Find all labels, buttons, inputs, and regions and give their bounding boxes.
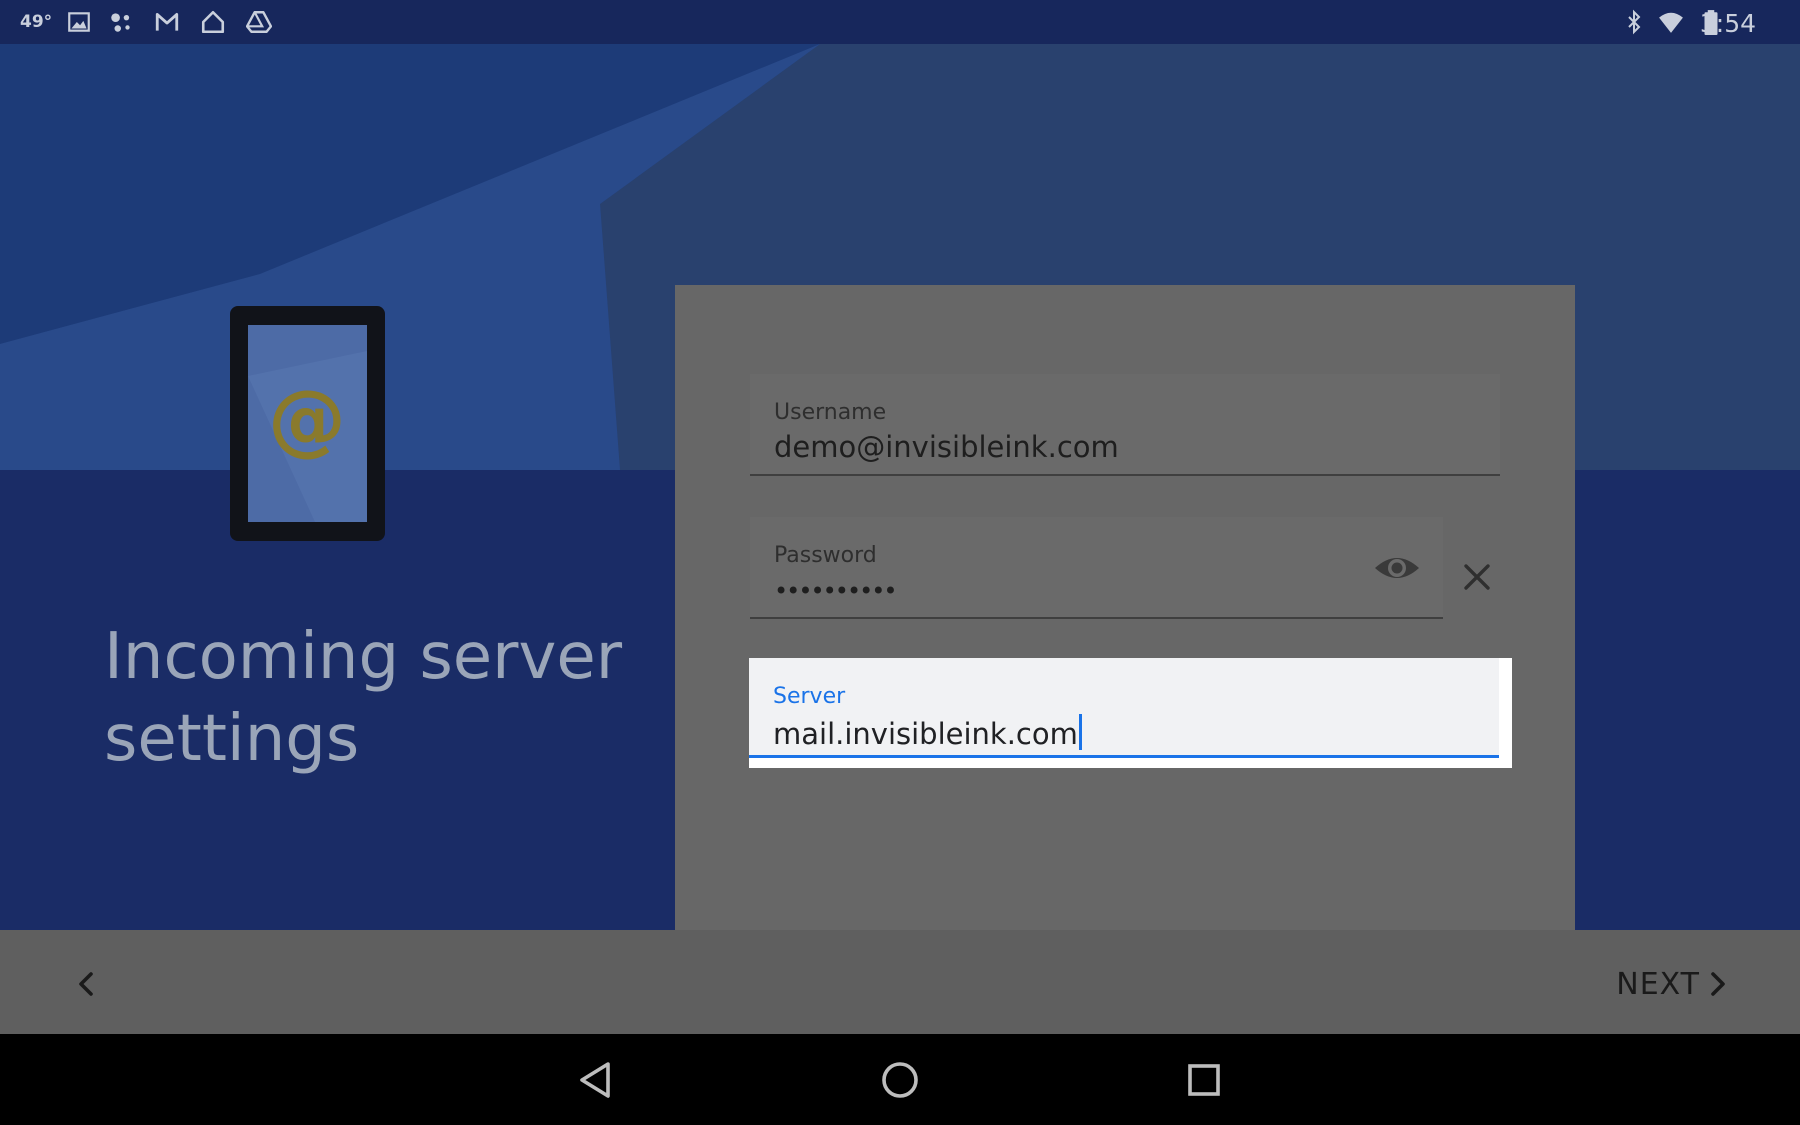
back-chevron-icon[interactable] (64, 962, 108, 1006)
password-label: Password (774, 543, 877, 568)
nav-recents-icon[interactable] (1180, 1056, 1228, 1104)
show-password-icon[interactable] (1372, 548, 1422, 588)
wizard-footer: NEXT (0, 930, 1800, 1034)
username-field[interactable]: Username demo@invisibleink.com (750, 374, 1500, 476)
wifi-icon (1659, 12, 1683, 33)
status-bar: 49° 3:54 (0, 0, 1800, 44)
server-field[interactable]: Server mail.invisibleink.com (749, 658, 1512, 768)
clock: 3:54 (1699, 9, 1756, 38)
temperature-indicator: 49° (20, 12, 53, 32)
system-nav-bar (0, 1034, 1800, 1125)
bluetooth-icon (1628, 9, 1641, 35)
nav-home-icon[interactable] (876, 1056, 924, 1104)
server-label: Server (773, 684, 846, 709)
tablet-at-sign-illustration: @ (230, 306, 385, 541)
nav-back-icon[interactable] (572, 1056, 620, 1104)
server-input-box[interactable]: Server mail.invisibleink.com (749, 658, 1499, 758)
next-button[interactable]: NEXT (1616, 962, 1734, 1006)
home-icon (201, 10, 225, 34)
password-field[interactable]: Password •••••••••• (750, 517, 1443, 619)
next-button-label: NEXT (1616, 966, 1700, 1002)
server-input[interactable]: mail.invisibleink.com (773, 714, 1082, 751)
assistant-dots-icon (111, 13, 130, 32)
text-cursor (1078, 714, 1082, 750)
drive-icon (246, 11, 272, 33)
svg-text:@: @ (268, 375, 346, 465)
gmail-icon (155, 13, 179, 31)
page-title: Incoming server settings (104, 620, 623, 776)
username-label: Username (774, 400, 887, 425)
server-value: mail.invisibleink.com (773, 717, 1078, 751)
password-value[interactable]: •••••••••• (774, 577, 898, 605)
close-icon[interactable] (1458, 558, 1496, 596)
image-icon (68, 12, 90, 32)
chevron-right-icon (1711, 972, 1725, 996)
username-value[interactable]: demo@invisibleink.com (774, 430, 1119, 464)
